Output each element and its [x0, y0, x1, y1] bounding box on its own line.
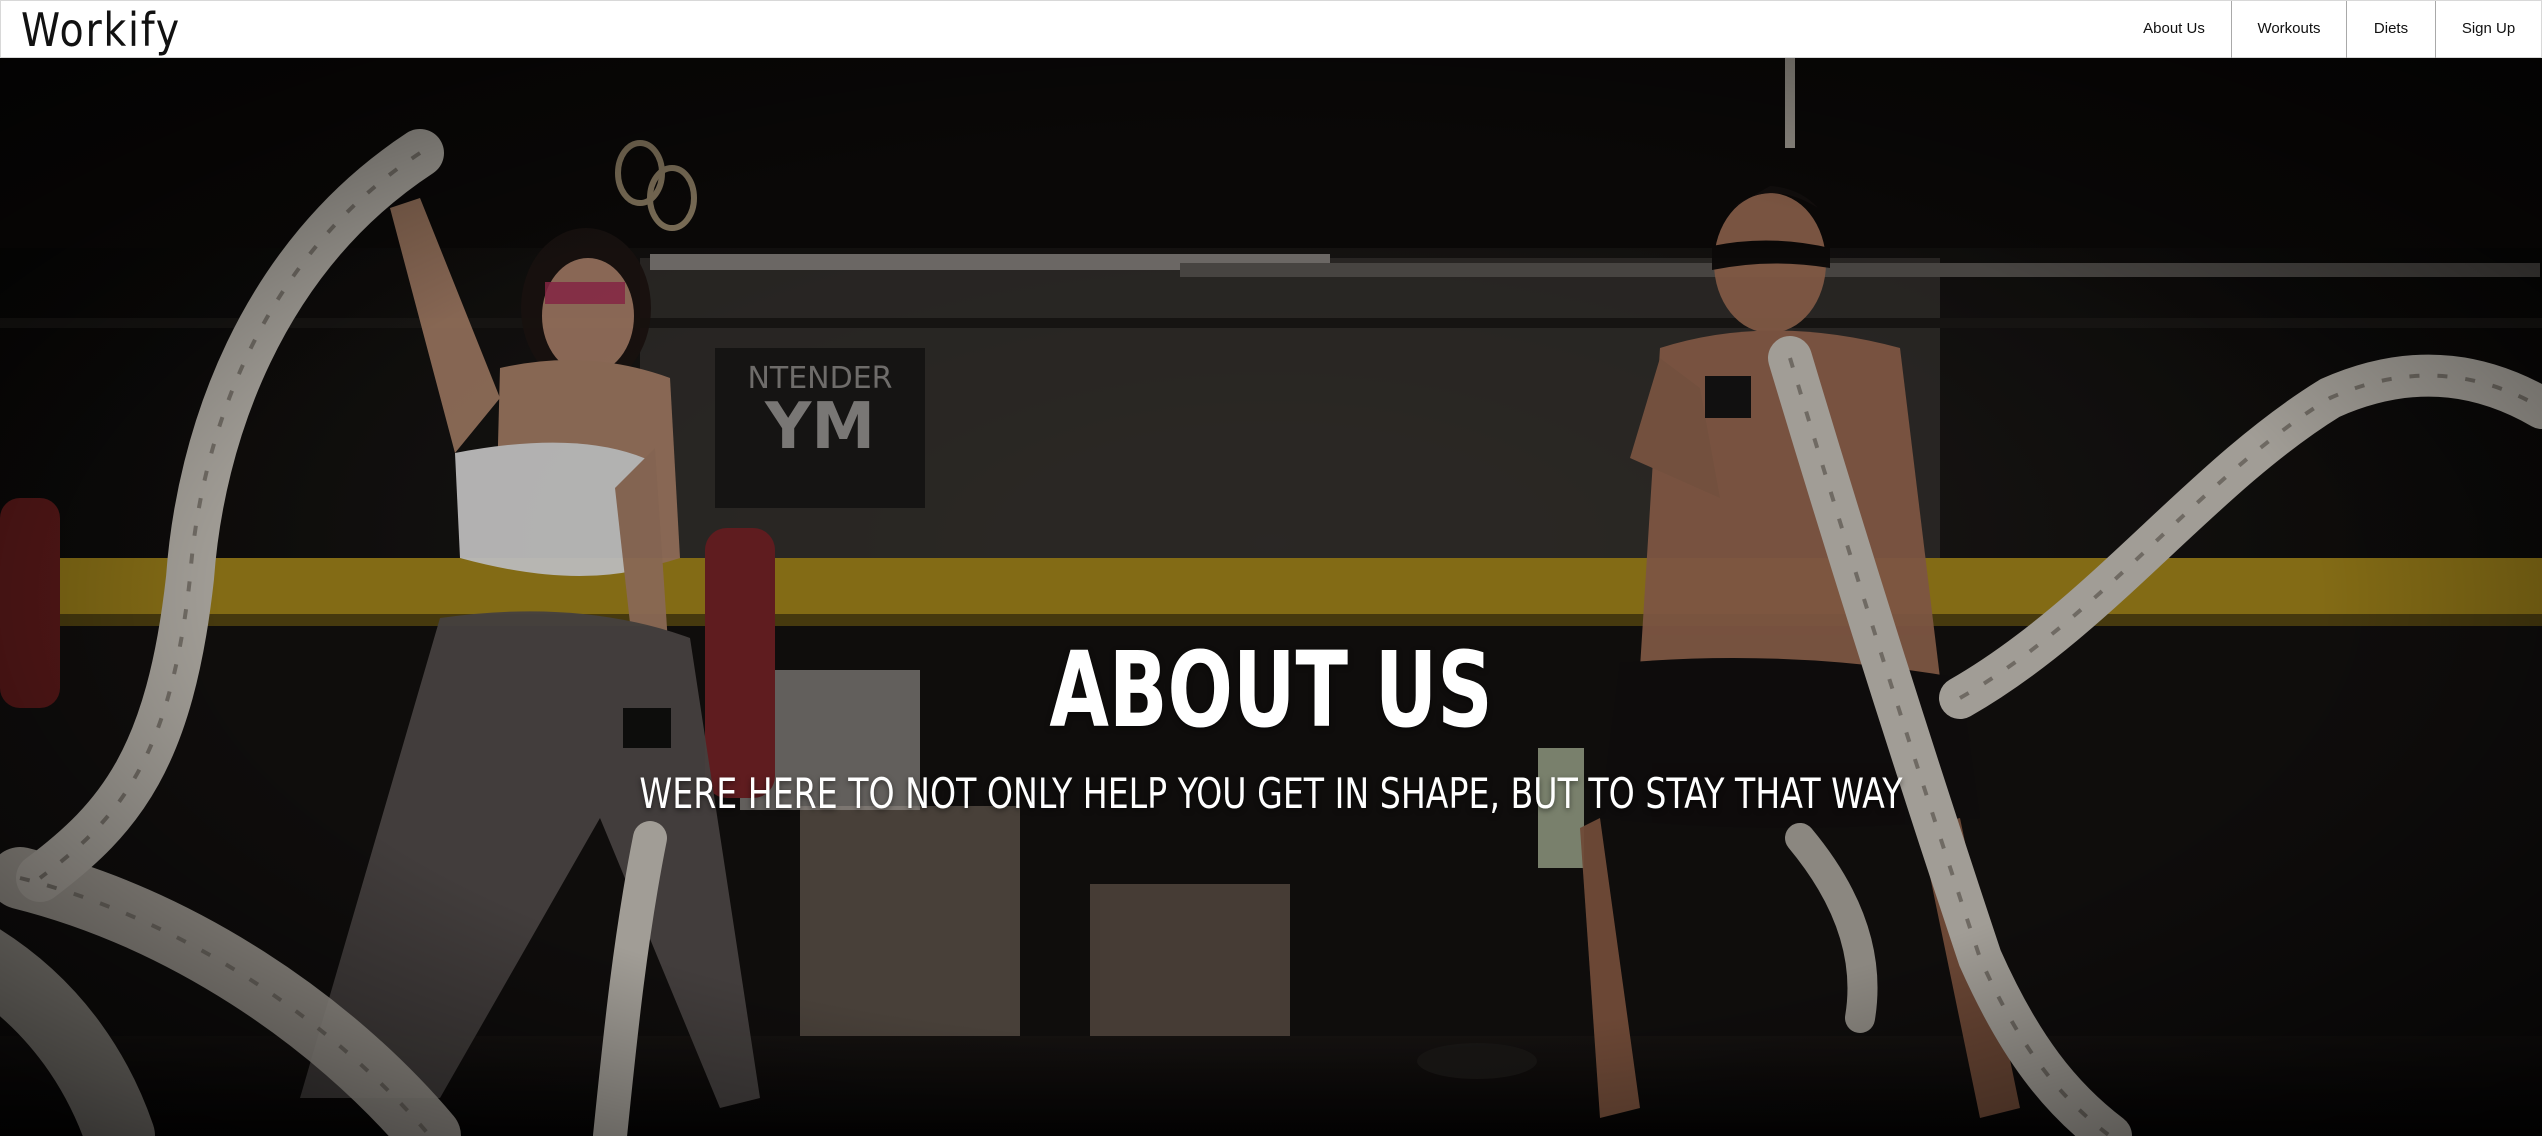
hero-subtitle: WERE HERE TO NOT ONLY HELP YOU GET IN SH…	[639, 769, 1903, 818]
hero-title: ABOUT US	[1049, 629, 1493, 751]
nav-link-sign-up[interactable]: Sign Up	[2435, 1, 2541, 58]
nav-links: About Us Workouts Diets Sign Up	[2117, 1, 2541, 58]
nav-link-workouts[interactable]: Workouts	[2231, 1, 2346, 58]
hero-section: NTENDER YM	[0, 58, 2542, 1136]
navbar: Workify About Us Workouts Diets Sign Up	[0, 0, 2542, 58]
nav-link-diets[interactable]: Diets	[2346, 1, 2435, 58]
hero-background-photo: NTENDER YM	[0, 58, 2542, 1136]
brand-logo[interactable]: Workify	[21, 2, 181, 58]
nav-link-about-us[interactable]: About Us	[2117, 1, 2231, 58]
